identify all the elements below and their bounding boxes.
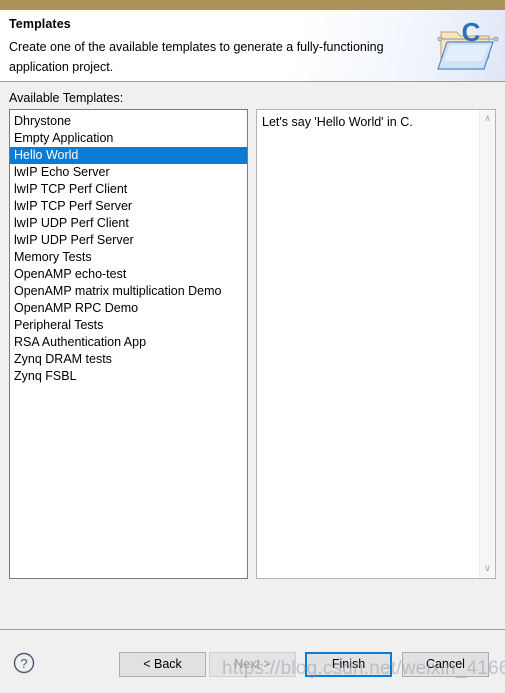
list-item[interactable]: lwIP TCP Perf Client [10,181,247,198]
list-item[interactable]: lwIP UDP Perf Server [10,232,247,249]
list-item[interactable]: Dhrystone [10,113,247,130]
available-templates-label: Available Templates: [9,91,124,105]
list-item[interactable]: Peripheral Tests [10,317,247,334]
cancel-button[interactable]: Cancel [402,652,489,677]
wizard-body: Available Templates: Dhrystone Empty App… [0,83,505,629]
list-item[interactable]: Empty Application [10,130,247,147]
list-item[interactable]: lwIP UDP Perf Client [10,215,247,232]
next-button: Next > [209,652,296,677]
list-item-selected[interactable]: Hello World [10,147,247,164]
list-item[interactable]: Memory Tests [10,249,247,266]
finish-button[interactable]: Finish [305,652,392,677]
top-accent-strip [0,0,505,10]
page-description: Create one of the available templates to… [9,40,384,74]
wizard-header: Templates Create one of the available te… [0,10,505,82]
wizard-footer: ? < Back Next > Finish Cancel [0,629,505,693]
list-item[interactable]: lwIP TCP Perf Server [10,198,247,215]
c-project-folder-icon: C [437,16,499,76]
scroll-down-icon[interactable]: ∨ [480,561,495,577]
templates-list[interactable]: Dhrystone Empty Application Hello World … [9,109,248,579]
template-description-text: Let's say 'Hello World' in C. [262,115,413,129]
list-item[interactable]: Zynq DRAM tests [10,351,247,368]
back-button[interactable]: < Back [119,652,206,677]
templates-list-inner: Dhrystone Empty Application Hello World … [10,110,247,385]
help-question-icon[interactable]: ? [13,652,35,674]
list-item[interactable]: OpenAMP matrix multiplication Demo [10,283,247,300]
list-item[interactable]: lwIP Echo Server [10,164,247,181]
list-item[interactable]: OpenAMP RPC Demo [10,300,247,317]
scroll-up-icon[interactable]: ∧ [480,111,495,127]
list-item[interactable]: RSA Authentication App [10,334,247,351]
template-description-panel: Let's say 'Hello World' in C. ∧ ∨ [256,109,496,579]
template-wizard-dialog: Templates Create one of the available te… [0,0,505,693]
page-title: Templates [9,17,71,31]
list-item[interactable]: Zynq FSBL [10,368,247,385]
description-scrollbar[interactable]: ∧ ∨ [479,110,495,578]
list-item[interactable]: OpenAMP echo-test [10,266,247,283]
svg-text:?: ? [20,656,27,671]
